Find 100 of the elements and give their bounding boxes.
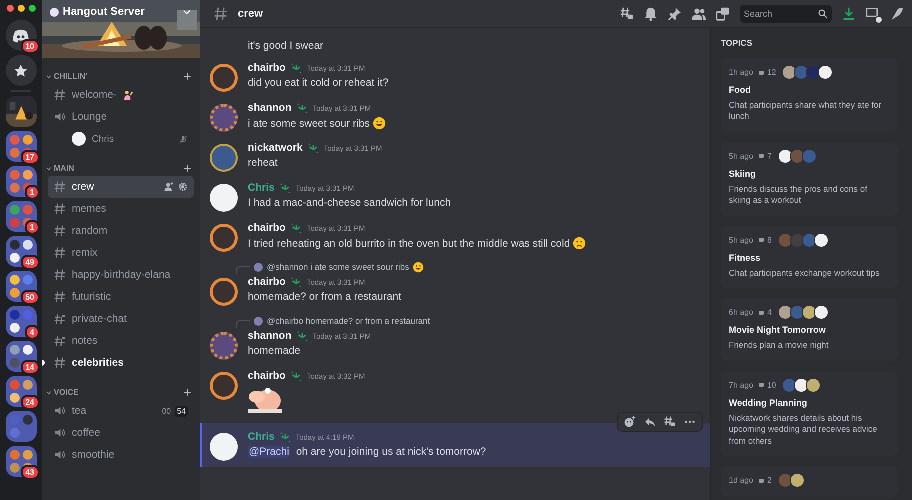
pin-icon[interactable]	[668, 6, 682, 20]
notification-badge: 17	[20, 150, 40, 165]
message-text: reheat	[248, 157, 279, 169]
user-avatar[interactable]	[210, 433, 238, 461]
message-text: homemade? or from a restaurant	[248, 291, 402, 303]
topic-card[interactable]: 5h ago 8 Fitness Chat participants exchange workout tips	[721, 226, 898, 288]
channel-item[interactable]: futuristic	[48, 286, 194, 308]
notification-badge: 4	[25, 325, 40, 340]
reply-avatar	[254, 316, 263, 326]
user-avatar[interactable]	[210, 184, 238, 212]
topic-title: Fitness	[729, 252, 762, 263]
message-text: I tried reheating an old burrito in the oven but the middle was still cold	[248, 237, 586, 250]
author-name[interactable]: Chris	[248, 182, 275, 194]
topic-age: 5h ago	[729, 152, 754, 161]
message-icon	[759, 70, 764, 74]
hash-icon	[54, 313, 66, 325]
author-name[interactable]: chairbo	[248, 276, 286, 288]
search-field[interactable]: Search	[740, 4, 832, 22]
topic-card[interactable]: 7h ago 10 Wedding Planning Nickatwork shares details about his upcoming wedding and receives advice from others	[721, 370, 898, 456]
user-avatar[interactable]	[210, 64, 238, 92]
topic-card[interactable]: 1h ago 12 Food Chat participants share what they ate for lunch	[721, 58, 898, 132]
category-header[interactable]: VOICE	[54, 388, 79, 397]
topic-summary: Friends plan a movie night	[729, 340, 830, 352]
add-member-icon[interactable]	[164, 182, 174, 192]
message-count: 10	[767, 380, 776, 390]
author-name[interactable]: chairbo	[248, 370, 286, 382]
author-name[interactable]: Chris	[248, 431, 275, 443]
caret-icon[interactable]	[46, 166, 52, 172]
user-avatar[interactable]	[210, 104, 238, 132]
hash-icon	[54, 357, 66, 369]
sprout-icon	[280, 432, 291, 442]
feather-icon[interactable]	[890, 6, 904, 20]
channel-item[interactable]: Lounge	[48, 106, 194, 128]
channel-item[interactable]: private-chat	[48, 308, 194, 330]
channel-item[interactable]: tea 00 54	[48, 400, 194, 422]
category-header[interactable]: MAIN	[54, 164, 74, 173]
caret-icon[interactable]	[46, 390, 52, 396]
sprout-icon	[290, 370, 302, 382]
add-reaction-icon[interactable]	[624, 416, 636, 428]
notification-badge: 50	[20, 290, 40, 305]
add-icon[interactable]	[183, 72, 192, 81]
topic-card[interactable]: 6h ago 4 Movie Night Tomorrow Friends plan a movie night	[721, 298, 898, 361]
sprout-icon	[296, 102, 308, 114]
mention-link[interactable]: @Prachi	[248, 446, 290, 458]
settings-icon[interactable]	[178, 182, 188, 192]
inbox-icon[interactable]	[866, 6, 880, 20]
channel-item[interactable]: coffee	[48, 422, 194, 444]
channel-item[interactable]: celebrities	[48, 352, 194, 374]
windows-icon[interactable]	[716, 6, 730, 20]
notification-badge: 1	[25, 220, 40, 235]
user-name[interactable]: Chris	[92, 134, 114, 144]
members-icon[interactable]	[692, 6, 706, 20]
topic-summary: Chat participants exchange workout tips	[729, 268, 881, 280]
favorites-button[interactable]	[6, 55, 36, 86]
download-icon[interactable]	[842, 6, 856, 20]
topic-card[interactable]: 5h ago 7 Skiing Friends discuss the pros and cons of skiing as a workout	[721, 142, 898, 216]
channel-title: crew	[238, 8, 264, 20]
threads-icon[interactable]	[620, 6, 634, 20]
add-icon[interactable]	[183, 388, 192, 397]
message-text: homemade	[248, 345, 302, 357]
caret-icon[interactable]	[46, 74, 52, 80]
topic-summary: Friends discuss the pros and cons of skiing as a workout	[729, 184, 868, 207]
frowning-face-icon	[573, 237, 586, 250]
author-name[interactable]: chairbo	[248, 62, 286, 74]
search-icon[interactable]	[818, 8, 828, 18]
hash-icon	[54, 89, 66, 101]
user-avatar[interactable]	[210, 144, 238, 172]
server-folder[interactable]	[6, 411, 36, 442]
channel-item[interactable]: happy-birthday-elana	[48, 264, 194, 286]
author-name[interactable]: shannon	[248, 330, 292, 342]
channel-item[interactable]: remix	[48, 242, 194, 264]
hash-icon	[54, 335, 66, 347]
user-avatar[interactable]	[210, 278, 238, 306]
category-header[interactable]: CHILLIN'	[54, 72, 88, 81]
author-name[interactable]: chairbo	[248, 222, 286, 234]
grinning-face-icon	[413, 262, 424, 272]
author-name[interactable]: shannon	[248, 102, 292, 114]
channel-item[interactable]: crew	[48, 176, 194, 198]
sprout-icon	[296, 330, 308, 342]
hash-icon	[54, 181, 66, 193]
topic-card[interactable]: 1d ago 2	[721, 466, 898, 498]
speaker-icon	[54, 427, 66, 439]
reply-icon[interactable]	[644, 416, 656, 428]
user-avatar[interactable]	[210, 372, 238, 400]
message-icon	[759, 238, 764, 242]
hash-icon	[54, 225, 66, 237]
server-button[interactable]	[6, 96, 36, 127]
hash-icon	[54, 203, 66, 215]
channel-item[interactable]: welcome-	[48, 84, 194, 106]
user-avatar[interactable]	[210, 224, 238, 252]
add-icon[interactable]	[183, 164, 192, 173]
thread-icon[interactable]	[664, 416, 676, 428]
author-name[interactable]: nickatwork	[248, 142, 303, 154]
channel-item[interactable]: random	[48, 220, 194, 242]
bell-icon[interactable]	[644, 6, 658, 20]
user-avatar[interactable]	[210, 332, 238, 360]
channel-item[interactable]: memes	[48, 198, 194, 220]
channel-item[interactable]: smoothie	[48, 444, 194, 466]
channel-item[interactable]: notes	[48, 330, 194, 352]
reply-line	[236, 266, 250, 274]
